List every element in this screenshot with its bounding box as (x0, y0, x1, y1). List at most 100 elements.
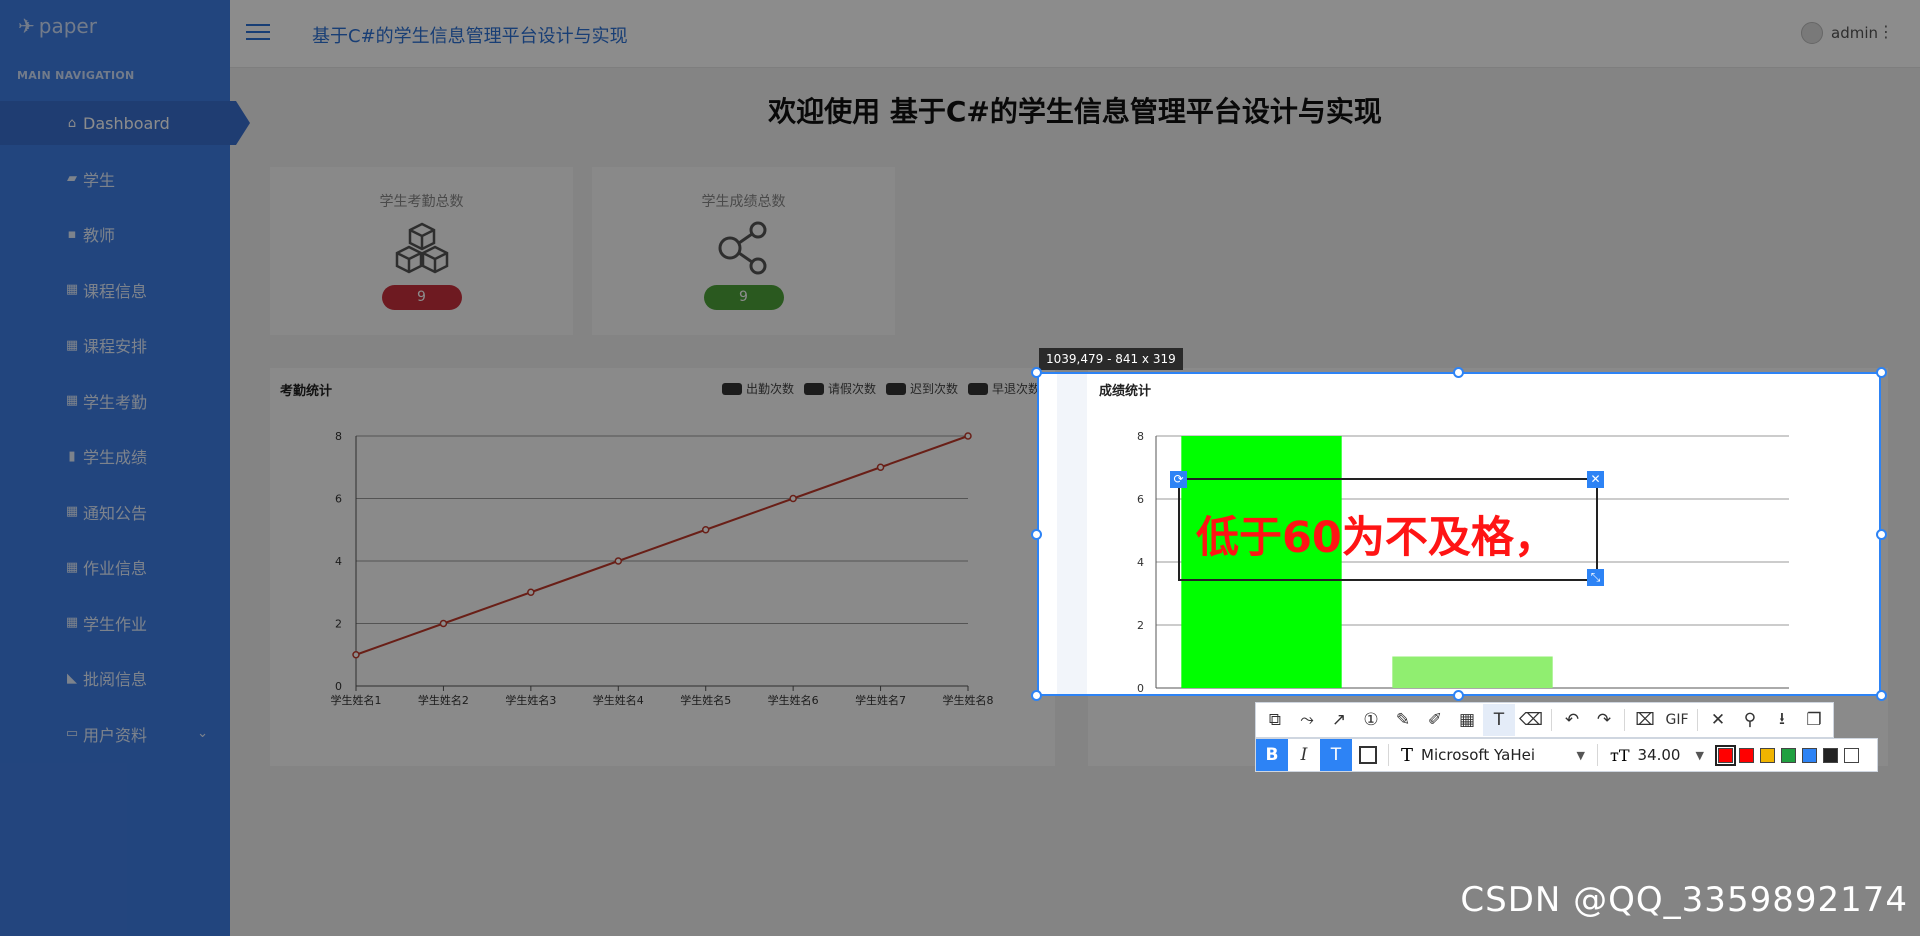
scroll-capture-icon[interactable]: ⌧ (1629, 704, 1661, 736)
sidebar-item-0[interactable]: ⌂ Dashboard (0, 101, 250, 145)
sidebar-item-1[interactable]: ▰ 学生 (0, 157, 230, 201)
y-tick-label: 2 (1137, 619, 1144, 632)
color-swatch[interactable] (1781, 747, 1796, 763)
eraser-icon[interactable]: ⌫ (1515, 704, 1547, 736)
text-background-toggle[interactable] (1352, 739, 1384, 771)
color-swatch[interactable] (1802, 747, 1817, 763)
attendance-count-card: 学生考勤总数 9 (270, 167, 573, 335)
cancel-icon[interactable]: ✕ (1702, 704, 1734, 736)
bold-button[interactable]: B (1256, 739, 1288, 771)
sidebar-item-label: Dashboard (83, 113, 170, 133)
rotate-icon[interactable]: ⟳ (1170, 471, 1187, 488)
y-tick-label: 0 (335, 680, 342, 693)
data-point (352, 651, 360, 659)
font-icon: T (1401, 744, 1414, 766)
resize-handle-tl[interactable] (1031, 367, 1042, 378)
resize-handle-l[interactable] (1031, 529, 1042, 540)
pin-icon[interactable]: ⚲ (1734, 704, 1766, 736)
sidebar-item-7[interactable]: ▦ 通知公告 (0, 490, 230, 534)
resize-handle-b[interactable] (1453, 690, 1464, 701)
resize-handle-tr[interactable] (1876, 367, 1887, 378)
sidebar-item-label: 用户资料 (83, 725, 148, 745)
font-size-select[interactable]: ᴛT 34.00 ▼ (1602, 746, 1712, 765)
pencil-icon[interactable]: ✎ (1387, 704, 1419, 736)
annotation-text[interactable]: 低于60为不及格， (1196, 503, 1557, 565)
color-swatch[interactable] (1844, 747, 1859, 763)
resize-handle-r[interactable] (1876, 529, 1887, 540)
color-palette (1715, 744, 1859, 766)
nav-heading: MAIN NAVIGATION (17, 69, 135, 82)
italic-button[interactable]: I (1288, 739, 1320, 771)
grid-icon: ▦ (65, 337, 79, 353)
data-point (789, 494, 797, 503)
sidebar-item-5[interactable]: ▦ 学生考勤 (0, 379, 230, 423)
color-swatch[interactable] (1760, 747, 1775, 763)
logo[interactable]: ✈ paper (18, 14, 97, 38)
redo-icon[interactable]: ↷ (1588, 704, 1620, 736)
sidebar-item-4[interactable]: ▦ 课程安排 (0, 323, 230, 367)
x-tick-label: 学生姓名7 (855, 693, 906, 707)
polyline-tool-icon[interactable]: ⤳ (1291, 704, 1323, 736)
highlighter-icon[interactable]: ✐ (1419, 704, 1451, 736)
data-point (876, 463, 885, 471)
gif-button[interactable]: GIF (1661, 704, 1693, 736)
sidebar-item-10[interactable]: ◣ 批阅信息 (0, 656, 230, 700)
color-swatch[interactable] (1823, 747, 1838, 763)
font-size-value: 34.00 (1637, 746, 1681, 764)
sidebar-item-3[interactable]: ▦ 课程信息 (0, 268, 230, 312)
font-family-select[interactable]: T Microsoft YaHei ▼ (1393, 745, 1593, 766)
arrow-tool-icon[interactable]: ↗ (1323, 704, 1355, 736)
sidebar-item-6[interactable]: ▮ 学生成绩 (0, 434, 230, 478)
y-tick-label: 0 (1137, 682, 1144, 695)
sidebar-item-label: 课程信息 (83, 281, 148, 301)
text-outline-button[interactable]: T (1320, 739, 1352, 771)
data-point (701, 526, 710, 534)
menu-toggle-icon[interactable] (246, 24, 270, 42)
y-tick-label: 6 (335, 493, 342, 506)
color-swatch[interactable] (1715, 744, 1736, 766)
x-tick-label: 学生姓名8 (943, 693, 994, 707)
chevron-down-icon: ▼ (1576, 748, 1585, 762)
score-count-card: 学生成绩总数 9 (592, 167, 895, 335)
copy-icon[interactable]: ❐ (1798, 704, 1830, 736)
share-nodes-icon (592, 221, 895, 277)
paper-plane-icon: ✈ (18, 14, 35, 38)
sidebar-item-11[interactable]: ▭ 用户资料 ⌄ (0, 712, 230, 756)
resize-handle-br[interactable] (1876, 690, 1887, 701)
sidebar-item-8[interactable]: ▦ 作业信息 (0, 545, 230, 589)
font-family-value: Microsoft YaHei (1421, 746, 1536, 764)
attendance-line-chart: 0 2 4 6 8 学生姓名1 学生姓名2 学生姓名3 学生姓名4 学生姓名5 学生姓名6 学生姓名7… (331, 430, 994, 707)
color-swatch[interactable] (1739, 747, 1754, 763)
resize-icon[interactable]: ⤡ (1587, 569, 1604, 586)
series-line (355, 435, 969, 656)
grid-icon: ▦ (65, 559, 79, 575)
text-style-toolbar: B I T T Microsoft YaHei ▼ ᴛT 34.00 ▼ (1255, 738, 1878, 772)
grid-icon: ▦ (65, 282, 79, 297)
resize-handle-t[interactable] (1453, 367, 1464, 378)
text-tool-icon[interactable]: T (1483, 704, 1515, 736)
data-point (439, 619, 448, 628)
briefcase-icon: ▰ (67, 171, 77, 186)
sidebar-item-2[interactable]: ▪ 教师 (0, 212, 230, 256)
y-tick-label: 8 (1137, 430, 1144, 443)
x-tick-label: 学生姓名4 (593, 693, 644, 707)
user-menu[interactable]: admin (1801, 22, 1878, 44)
page-title: 欢迎使用 基于C#的学生信息管理平台设计与实现 (768, 95, 1382, 128)
number-marker-icon[interactable]: ① (1355, 704, 1387, 736)
sidebar-item-9[interactable]: ▦ 学生作业 (0, 601, 230, 645)
mosaic-icon[interactable]: ▦ (1451, 704, 1483, 736)
card-title: 学生考勤总数 (379, 194, 464, 210)
sidebar-item-label: 作业信息 (83, 559, 148, 578)
avatar (1801, 22, 1823, 44)
sidebar-item-label: 学生成绩 (83, 448, 148, 467)
sidebar-item-label: 通知公告 (83, 503, 148, 523)
cubes-icon (270, 221, 573, 277)
undo-icon[interactable]: ↶ (1556, 704, 1588, 736)
close-icon[interactable]: ✕ (1587, 471, 1604, 488)
more-vertical-icon[interactable]: ⋮ (1878, 22, 1894, 41)
shape-tool-icon[interactable]: ⧉ (1259, 704, 1291, 736)
resize-handle-bl[interactable] (1031, 690, 1042, 701)
attendance-chart-panel: 考勤统计 出勤次数 请假次数 迟到次数 早退次数 0 2 4 6 8 学生姓名1 学生姓名2… (270, 368, 1055, 766)
download-icon[interactable]: ⭳ (1766, 704, 1798, 736)
sidebar-item-label: 学生作业 (83, 614, 148, 634)
